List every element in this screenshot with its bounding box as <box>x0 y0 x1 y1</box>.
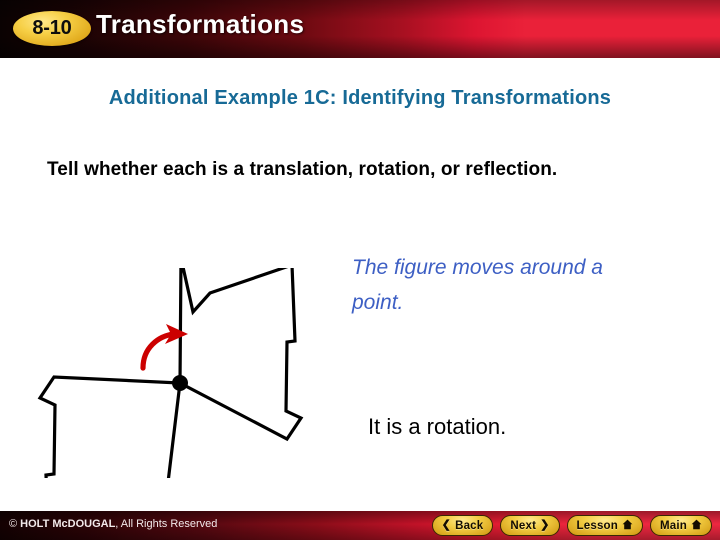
publisher-name: HOLT McDOUGAL <box>20 518 116 530</box>
nav-next-label: Next <box>510 519 537 532</box>
copyright-symbol: © <box>9 518 18 530</box>
rotation-diagram-svg <box>37 257 304 540</box>
nav-back-label: Back <box>455 519 484 532</box>
rights-text: , All Rights Reserved <box>115 518 218 530</box>
nav-main-button[interactable]: Main <box>650 515 712 536</box>
rotation-figure <box>30 257 330 540</box>
nav-back-button[interactable]: ❮ Back <box>431 515 494 536</box>
slide-header: 8-10 Transformations <box>0 0 720 58</box>
navigation-bar: ❮ Back Next ❯ Lesson Main <box>431 515 712 536</box>
home-icon-glyph <box>691 519 702 530</box>
nav-main-label: Main <box>660 519 687 532</box>
home-icon <box>691 519 702 532</box>
home-icon-glyph <box>622 519 633 530</box>
slide-footer: © HOLT McDOUGAL, All Rights Reserved ❮ B… <box>0 511 720 540</box>
conclusion-text: It is a rotation. <box>368 414 507 439</box>
lesson-number-badge: 8-10 <box>13 11 91 46</box>
slide-canvas: 8-10 Transformations Additional Example … <box>0 0 720 540</box>
nav-next-button[interactable]: Next ❯ <box>500 515 560 536</box>
copyright-notice: © HOLT McDOUGAL, All Rights Reserved <box>9 518 217 530</box>
lesson-title: Transformations <box>96 9 305 39</box>
chevron-right-icon: ❯ <box>540 519 550 531</box>
question-prompt: Tell whether each is a translation, rota… <box>47 159 558 180</box>
crown-preimage-shape <box>37 375 182 540</box>
center-of-rotation-point <box>172 375 188 391</box>
nav-lesson-label: Lesson <box>576 519 618 532</box>
example-heading: Additional Example 1C: Identifying Trans… <box>108 87 612 109</box>
explanation-text: The figure moves around a point. <box>352 256 603 314</box>
nav-lesson-button[interactable]: Lesson <box>566 515 643 536</box>
home-icon <box>622 519 633 532</box>
chevron-left-icon: ❮ <box>441 519 452 531</box>
crown-image-shape <box>178 257 304 442</box>
